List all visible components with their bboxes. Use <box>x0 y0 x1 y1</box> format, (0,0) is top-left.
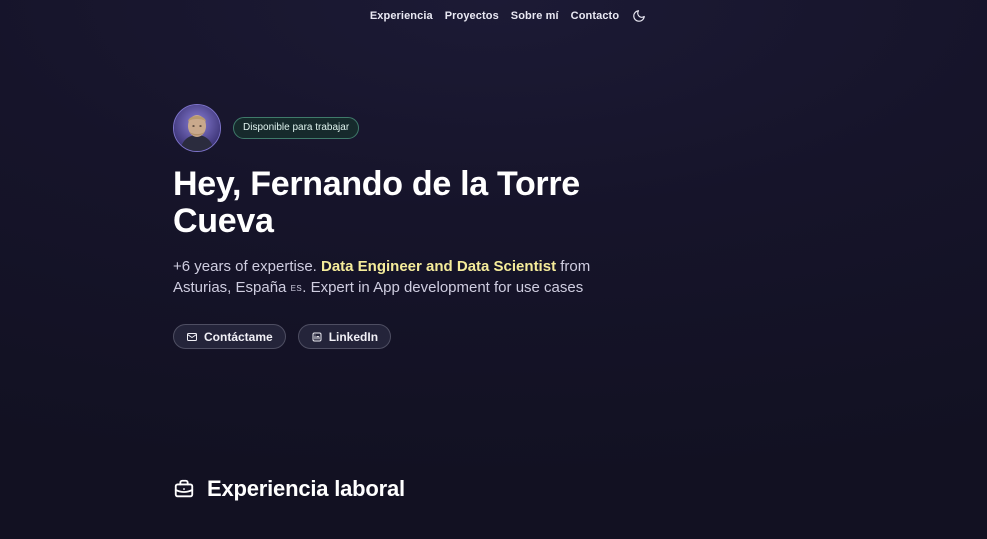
desc-prefix: +6 years of expertise. <box>173 258 321 275</box>
desc-highlight: Data Engineer and Data Scientist <box>321 258 557 275</box>
linkedin-button-label: LinkedIn <box>328 329 379 344</box>
nav-link-sobre-mi[interactable]: Sobre mí <box>511 10 559 22</box>
hero-header: Disponible para trabajar <box>173 104 613 152</box>
country-flag: ES <box>290 284 303 293</box>
desc-suffix: . Expert in App development for use case… <box>302 279 584 296</box>
linkedin-icon <box>312 332 322 341</box>
contact-button[interactable]: Contáctame <box>173 324 286 349</box>
top-navigation: Experiencia Proyectos Sobre mí Contacto <box>0 0 987 32</box>
moon-icon <box>633 10 645 22</box>
briefcase-icon <box>174 479 194 498</box>
nav-link-experiencia[interactable]: Experiencia <box>370 10 433 22</box>
page-title: Hey, Fernando de la Torre Cueva <box>173 165 580 240</box>
profile-photo <box>174 105 220 151</box>
hero-section: Disponible para trabajar Hey, Fernando d… <box>173 104 613 349</box>
linkedin-button[interactable]: LinkedIn <box>297 324 392 349</box>
nav-link-proyectos[interactable]: Proyectos <box>445 10 499 22</box>
experience-section-header: Experiencia laboral <box>173 476 405 502</box>
section-title-experiencia: Experiencia laboral <box>207 476 405 501</box>
theme-toggle-button[interactable] <box>631 8 647 24</box>
nav-links: Experiencia Proyectos Sobre mí Contacto <box>370 8 647 24</box>
nav-link-contacto[interactable]: Contacto <box>571 10 619 22</box>
mail-icon <box>187 332 197 341</box>
hero-buttons: Contáctame LinkedIn <box>173 324 613 349</box>
contact-button-label: Contáctame <box>204 329 273 344</box>
availability-badge: Disponible para trabajar <box>233 117 360 139</box>
hero-description: +6 years of expertise. Data Engineer and… <box>173 256 603 299</box>
avatar <box>173 104 221 152</box>
